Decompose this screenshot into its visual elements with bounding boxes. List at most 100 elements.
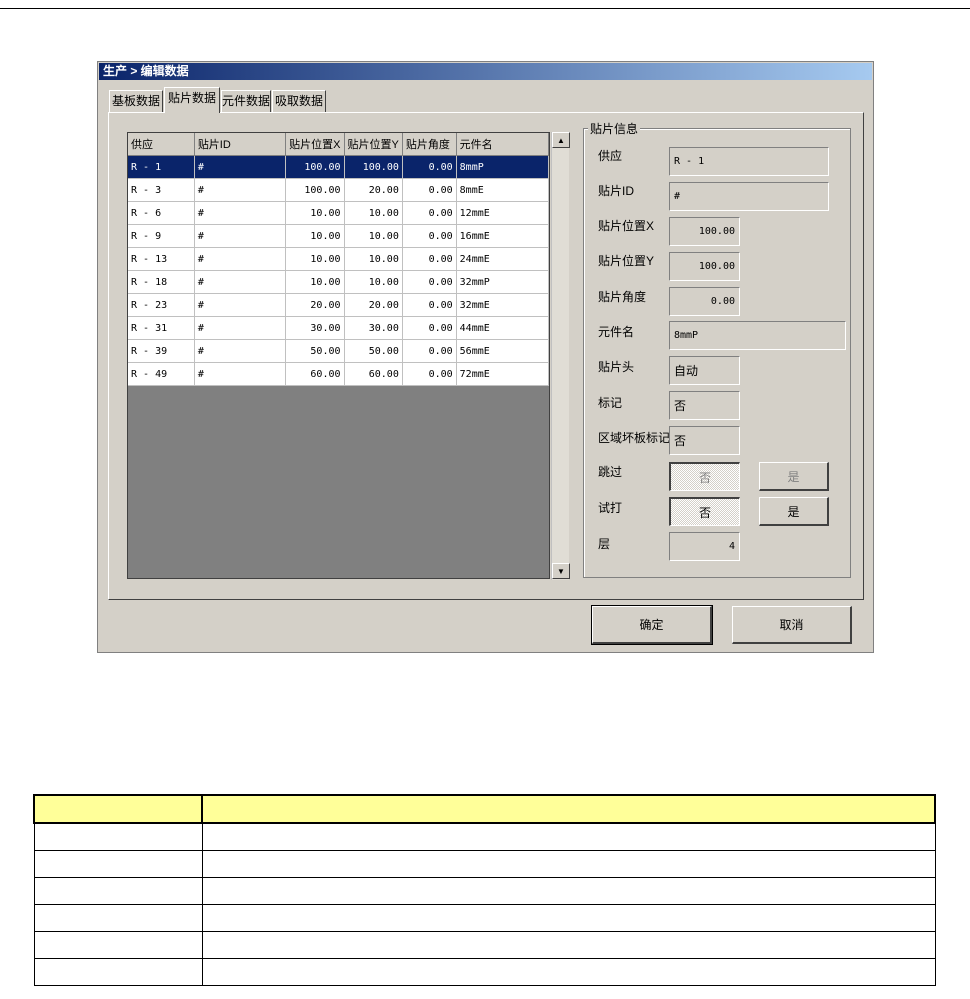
table-cell: 30.00: [344, 316, 403, 340]
legend-cell: [33, 877, 203, 905]
legend-cell: [33, 850, 203, 878]
table-cell: 0.00: [402, 293, 457, 317]
table-scrollbar[interactable]: ▲ ▼: [551, 132, 570, 580]
layer-label: 层: [598, 537, 611, 551]
table-row[interactable]: R - 6 #10.00 10.00 0.00 12mmE: [128, 201, 549, 225]
placement-table[interactable]: 供应 贴片ID 贴片位置X 贴片位置Y 贴片角度 元件名 R - 1 #100.0…: [127, 132, 550, 579]
column-header-supply[interactable]: 供应: [128, 133, 195, 156]
supply-field: R - 1: [669, 147, 829, 176]
table-cell: 50.00: [344, 339, 403, 363]
table-cell: R - 23: [128, 293, 195, 317]
table-cell: 56mmE: [456, 339, 549, 363]
column-header-angle[interactable]: 贴片角度: [402, 133, 457, 156]
column-header-pos-x[interactable]: 贴片位置X: [285, 133, 345, 156]
table-cell: #: [194, 316, 287, 340]
layer-field: 4: [669, 532, 740, 561]
ok-button[interactable]: 确定: [591, 605, 713, 645]
part-name-label: 元件名: [598, 325, 635, 339]
skip-no-button[interactable]: 否: [669, 462, 740, 491]
table-cell: 72mmE: [456, 362, 549, 386]
tab-part-data[interactable]: 元件数据: [221, 90, 271, 112]
table-cell: 32mmP: [456, 270, 549, 294]
table-cell: 100.00: [285, 155, 345, 179]
table-cell: #: [194, 178, 287, 202]
legend-row: [33, 904, 936, 932]
trial-label: 试打: [598, 501, 623, 515]
table-cell: 0.00: [402, 224, 457, 248]
edit-data-dialog: 生产 > 编辑数据 基板数据 贴片数据 元件数据 吸取数据 供应 贴片ID 贴片…: [97, 61, 874, 653]
table-row[interactable]: R - 23 #20.00 20.00 0.00 32mmE: [128, 293, 549, 317]
table-cell: 60.00: [285, 362, 345, 386]
tab-placement-data[interactable]: 贴片数据: [164, 87, 220, 113]
table-cell: 8mmE: [456, 178, 549, 202]
table-cell: 10.00: [344, 270, 403, 294]
legend-cell: [33, 904, 203, 932]
legend-cell: [201, 794, 936, 824]
pos-x-field: 100.00: [669, 217, 740, 246]
table-cell: #: [194, 293, 287, 317]
table-row[interactable]: R - 13 #10.00 10.00 0.00 24mmE: [128, 247, 549, 271]
table-cell: #: [194, 362, 287, 386]
head-label: 贴片头: [598, 360, 635, 374]
scroll-up-button[interactable]: ▲: [552, 132, 570, 148]
table-row[interactable]: R - 1 #100.00 100.00 0.00 8mmP: [128, 155, 549, 179]
legend-row: [33, 794, 936, 824]
cancel-button[interactable]: 取消: [732, 606, 852, 644]
tab-board-data[interactable]: 基板数据: [109, 90, 163, 112]
table-cell: 0.00: [402, 316, 457, 340]
table-cell: 12mmE: [456, 201, 549, 225]
table-cell: R - 49: [128, 362, 195, 386]
mark-label: 标记: [598, 396, 623, 410]
table-cell: 10.00: [285, 247, 345, 271]
mark-field: 否: [669, 391, 740, 420]
column-header-placement-id[interactable]: 贴片ID: [194, 133, 287, 156]
legend-cell: [33, 794, 203, 824]
legend-cell: [33, 822, 203, 851]
table-row[interactable]: R - 39 #50.00 50.00 0.00 56mmE: [128, 339, 549, 363]
table-cell: 20.00: [285, 293, 345, 317]
table-cell: 60.00: [344, 362, 403, 386]
table-cell: 100.00: [344, 155, 403, 179]
table-row[interactable]: R - 9 #10.00 10.00 0.00 16mmE: [128, 224, 549, 248]
legend-row: [33, 958, 936, 986]
legend-row: [33, 850, 936, 878]
table-cell: 44mmE: [456, 316, 549, 340]
table-cell: 24mmE: [456, 247, 549, 271]
legend-row: [33, 822, 936, 851]
table-row[interactable]: R - 49 #60.00 60.00 0.00 72mmE: [128, 362, 549, 386]
legend-table: [33, 794, 936, 986]
table-cell: #: [194, 155, 287, 179]
scroll-down-button[interactable]: ▼: [552, 563, 570, 579]
placement-id-field: #: [669, 182, 829, 211]
pos-y-label: 贴片位置Y: [598, 254, 655, 268]
table-cell: #: [194, 201, 287, 225]
table-cell: 30.00: [285, 316, 345, 340]
table-row[interactable]: R - 3 #100.00 20.00 0.00 8mmE: [128, 178, 549, 202]
table-cell: 0.00: [402, 270, 457, 294]
pos-y-field: 100.00: [669, 252, 740, 281]
tab-pickup-data[interactable]: 吸取数据: [272, 90, 326, 112]
table-cell: #: [194, 339, 287, 363]
legend-cell: [201, 904, 936, 932]
skip-label: 跳过: [598, 465, 623, 479]
table-row[interactable]: R - 18 #10.00 10.00 0.00 32mmP: [128, 270, 549, 294]
page-top-rule: [0, 8, 970, 9]
bad-board-mark-field: 否: [669, 426, 740, 455]
legend-cell: [33, 931, 203, 959]
column-header-part-name[interactable]: 元件名: [456, 133, 549, 156]
legend-row: [33, 877, 936, 905]
table-cell: 0.00: [402, 155, 457, 179]
table-cell: 32mmE: [456, 293, 549, 317]
table-cell: 10.00: [344, 201, 403, 225]
table-cell: 20.00: [344, 293, 403, 317]
trial-yes-button[interactable]: 是: [759, 497, 829, 526]
trial-no-button[interactable]: 否: [669, 497, 740, 526]
legend-cell: [201, 931, 936, 959]
table-cell: 0.00: [402, 247, 457, 271]
skip-yes-button[interactable]: 是: [759, 462, 829, 491]
table-cell: #: [194, 247, 287, 271]
table-cell: 10.00: [285, 224, 345, 248]
column-header-pos-y[interactable]: 贴片位置Y: [344, 133, 403, 156]
table-row[interactable]: R - 31 #30.00 30.00 0.00 44mmE: [128, 316, 549, 340]
table-cell: 10.00: [344, 247, 403, 271]
